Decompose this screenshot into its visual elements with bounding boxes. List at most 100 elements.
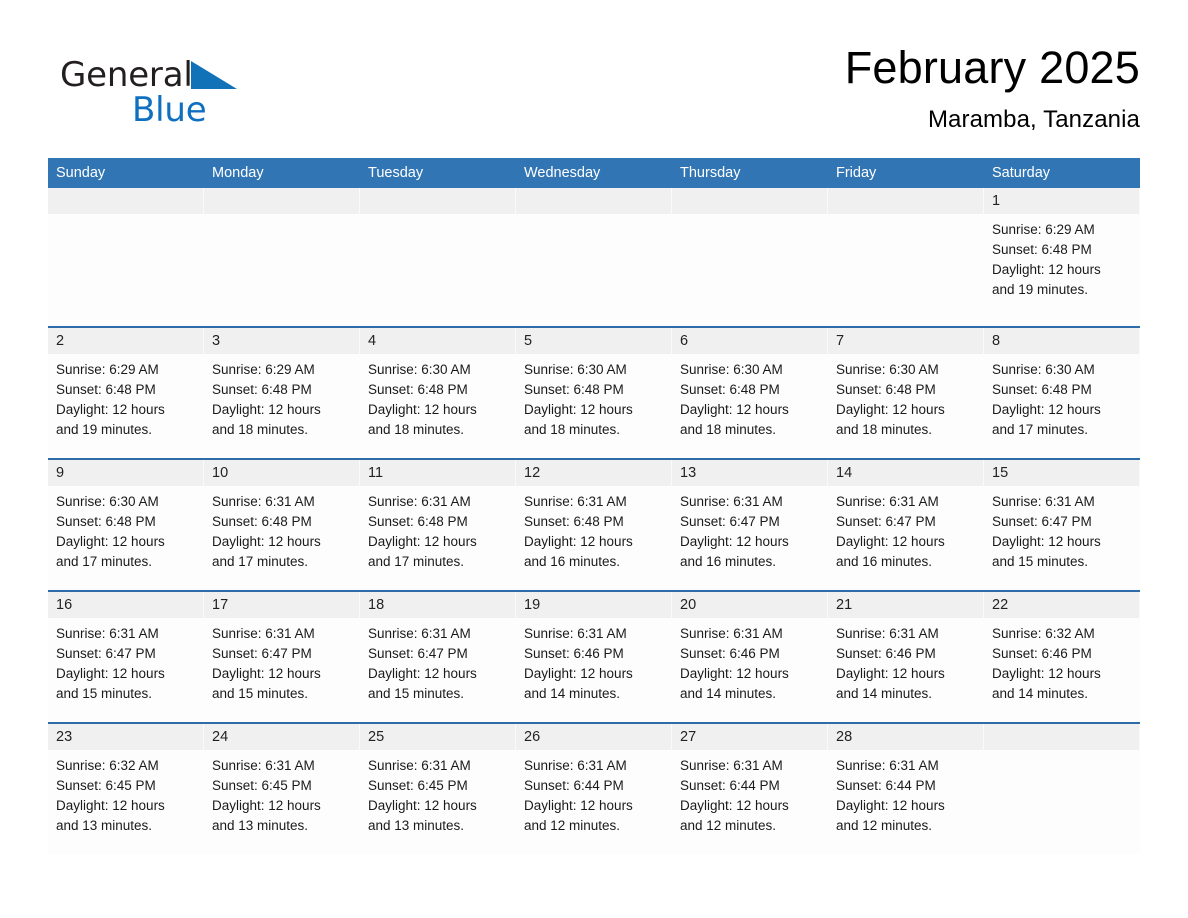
day-details: Sunrise: 6:30 AM Sunset: 6:48 PM Daylight:… <box>828 354 984 458</box>
day-cell-23[interactable]: 23 Sunrise: 6:32 AM Sunset: 6:45 PM Dayligh… <box>48 724 204 854</box>
day-details: Sunrise: 6:31 AM Sunset: 6:44 PM Daylight:… <box>828 750 984 854</box>
day-cell-24[interactable]: 24 Sunrise: 6:31 AM Sunset: 6:45 PM Dayligh… <box>204 724 360 854</box>
day-cell-17[interactable]: 17 Sunrise: 6:31 AM Sunset: 6:47 PM Dayligh… <box>204 592 360 722</box>
day-cell-22[interactable]: 22 Sunrise: 6:32 AM Sunset: 6:46 PM Dayligh… <box>984 592 1140 722</box>
day-cell-11[interactable]: 11 Sunrise: 6:31 AM Sunset: 6:48 PM Dayligh… <box>360 460 516 590</box>
calendar-table: Sunday Monday Tuesday Wednesday Thursday Frid… <box>48 158 1140 854</box>
day-detail-line: Daylight: 12 hours <box>368 402 477 417</box>
day-cell-empty <box>672 188 828 326</box>
day-details: Sunrise: 6:32 AM Sunset: 6:46 PM Daylight:… <box>984 618 1140 722</box>
day-detail-line: and 15 minutes. <box>992 554 1089 569</box>
day-cell-2[interactable]: 2 Sunrise: 6:29 AM Sunset: 6:48 PM Daylight… <box>48 328 204 458</box>
day-detail-line: Sunset: 6:48 PM <box>992 382 1092 397</box>
day-detail-line: and 14 minutes. <box>524 686 621 701</box>
day-cell-8[interactable]: 8 Sunrise: 6:30 AM Sunset: 6:48 PM Daylight… <box>984 328 1140 458</box>
day-detail-line: Daylight: 12 hours <box>836 798 945 813</box>
day-detail-line: and 15 minutes. <box>368 686 465 701</box>
day-detail-line: Sunrise: 6:30 AM <box>836 362 939 377</box>
day-detail-line: Sunset: 6:47 PM <box>56 646 156 661</box>
day-detail-line: Daylight: 12 hours <box>368 534 477 549</box>
day-detail-line: Sunrise: 6:31 AM <box>368 494 471 509</box>
day-detail-line: Sunrise: 6:30 AM <box>992 362 1095 377</box>
day-number: 22 <box>984 592 1140 618</box>
calendar-week-row: 2 Sunrise: 6:29 AM Sunset: 6:48 PM Daylight… <box>48 326 1140 458</box>
day-detail-line: and 16 minutes. <box>524 554 621 569</box>
day-detail-line: and 17 minutes. <box>368 554 465 569</box>
day-detail-line: and 12 minutes. <box>524 818 621 833</box>
day-cell-18[interactable]: 18 Sunrise: 6:31 AM Sunset: 6:47 PM Dayligh… <box>360 592 516 722</box>
day-cell-19[interactable]: 19 Sunrise: 6:31 AM Sunset: 6:46 PM Dayligh… <box>516 592 672 722</box>
day-cell-10[interactable]: 10 Sunrise: 6:31 AM Sunset: 6:48 PM Dayligh… <box>204 460 360 590</box>
day-detail-line: and 18 minutes. <box>212 422 309 437</box>
day-number: 3 <box>204 328 360 354</box>
day-cell-7[interactable]: 7 Sunrise: 6:30 AM Sunset: 6:48 PM Daylight… <box>828 328 984 458</box>
day-detail-line: Daylight: 12 hours <box>212 402 321 417</box>
day-details: Sunrise: 6:31 AM Sunset: 6:44 PM Daylight:… <box>516 750 672 854</box>
day-cell-3[interactable]: 3 Sunrise: 6:29 AM Sunset: 6:48 PM Daylight… <box>204 328 360 458</box>
day-cell-26[interactable]: 26 Sunrise: 6:31 AM Sunset: 6:44 PM Dayligh… <box>516 724 672 854</box>
day-cell-25[interactable]: 25 Sunrise: 6:31 AM Sunset: 6:45 PM Dayligh… <box>360 724 516 854</box>
logo-top-row: General <box>60 54 380 96</box>
day-detail-line: Sunset: 6:48 PM <box>368 382 468 397</box>
day-detail-line: Sunset: 6:47 PM <box>212 646 312 661</box>
day-detail-line: and 14 minutes. <box>836 686 933 701</box>
weekday-header-tuesday: Tuesday <box>368 165 424 181</box>
day-cell-21[interactable]: 21 Sunrise: 6:31 AM Sunset: 6:46 PM Dayligh… <box>828 592 984 722</box>
day-number: 7 <box>828 328 984 354</box>
day-detail-line: Sunset: 6:47 PM <box>368 646 468 661</box>
day-detail-line: Daylight: 12 hours <box>836 534 945 549</box>
day-cell-9[interactable]: 9 Sunrise: 6:30 AM Sunset: 6:48 PM Daylight… <box>48 460 204 590</box>
weekday-header-row: Sunday Monday Tuesday Wednesday Thursday Frid… <box>48 158 1140 188</box>
day-number: 2 <box>48 328 204 354</box>
day-cell-empty <box>516 188 672 326</box>
day-detail-line: Daylight: 12 hours <box>680 666 789 681</box>
calendar-weeks: 1 Sunrise: 6:29 AM Sunset: 6:48 PM Daylight… <box>48 188 1140 854</box>
day-cell-5[interactable]: 5 Sunrise: 6:30 AM Sunset: 6:48 PM Daylight… <box>516 328 672 458</box>
logo-text-general: General <box>60 55 193 95</box>
day-detail-line: Daylight: 12 hours <box>56 402 165 417</box>
day-number: 17 <box>204 592 360 618</box>
day-cell-6[interactable]: 6 Sunrise: 6:30 AM Sunset: 6:48 PM Daylight… <box>672 328 828 458</box>
day-detail-line: and 17 minutes. <box>212 554 309 569</box>
day-detail-line: Sunrise: 6:31 AM <box>368 626 471 641</box>
day-details: Sunrise: 6:30 AM Sunset: 6:48 PM Daylight:… <box>48 486 204 590</box>
day-cell-15[interactable]: 15 Sunrise: 6:31 AM Sunset: 6:47 PM Dayligh… <box>984 460 1140 590</box>
day-detail-line: Sunset: 6:45 PM <box>56 778 156 793</box>
day-number: 9 <box>48 460 204 486</box>
day-cell-28[interactable]: 28 Sunrise: 6:31 AM Sunset: 6:44 PM Dayligh… <box>828 724 984 854</box>
day-details: Sunrise: 6:31 AM Sunset: 6:47 PM Daylight:… <box>828 486 984 590</box>
day-number: 18 <box>360 592 516 618</box>
day-detail-line: and 14 minutes. <box>680 686 777 701</box>
generalblue-logo[interactable]: General Blue <box>60 54 380 146</box>
day-detail-line: Sunrise: 6:31 AM <box>524 758 627 773</box>
day-detail-line: Sunrise: 6:30 AM <box>524 362 627 377</box>
day-detail-line: Sunrise: 6:31 AM <box>212 626 315 641</box>
day-detail-line: Sunrise: 6:31 AM <box>212 494 315 509</box>
calendar-week-row: 16 Sunrise: 6:31 AM Sunset: 6:47 PM Dayligh… <box>48 590 1140 722</box>
day-cell-16[interactable]: 16 Sunrise: 6:31 AM Sunset: 6:47 PM Dayligh… <box>48 592 204 722</box>
day-detail-line: Sunrise: 6:31 AM <box>836 758 939 773</box>
day-cell-1[interactable]: 1 Sunrise: 6:29 AM Sunset: 6:48 PM Daylight… <box>984 188 1140 326</box>
day-details <box>360 214 516 326</box>
day-number: 23 <box>48 724 204 750</box>
day-detail-line: and 13 minutes. <box>56 818 153 833</box>
day-details <box>984 750 1140 854</box>
day-detail-line: and 17 minutes. <box>56 554 153 569</box>
day-cell-empty <box>204 188 360 326</box>
day-cell-12[interactable]: 12 Sunrise: 6:31 AM Sunset: 6:48 PM Dayligh… <box>516 460 672 590</box>
day-detail-line: and 16 minutes. <box>836 554 933 569</box>
day-detail-line: and 16 minutes. <box>680 554 777 569</box>
day-details <box>204 214 360 326</box>
day-detail-line: and 14 minutes. <box>992 686 1089 701</box>
day-cell-20[interactable]: 20 Sunrise: 6:31 AM Sunset: 6:46 PM Dayligh… <box>672 592 828 722</box>
day-number: 26 <box>516 724 672 750</box>
day-cell-4[interactable]: 4 Sunrise: 6:30 AM Sunset: 6:48 PM Daylight… <box>360 328 516 458</box>
day-cell-27[interactable]: 27 Sunrise: 6:31 AM Sunset: 6:44 PM Dayligh… <box>672 724 828 854</box>
day-details: Sunrise: 6:31 AM Sunset: 6:47 PM Daylight:… <box>672 486 828 590</box>
day-cell-13[interactable]: 13 Sunrise: 6:31 AM Sunset: 6:47 PM Dayligh… <box>672 460 828 590</box>
day-detail-line: Daylight: 12 hours <box>368 798 477 813</box>
day-cell-14[interactable]: 14 Sunrise: 6:31 AM Sunset: 6:47 PM Dayligh… <box>828 460 984 590</box>
day-number: 19 <box>516 592 672 618</box>
day-detail-line: Daylight: 12 hours <box>992 534 1101 549</box>
day-number <box>828 188 984 214</box>
